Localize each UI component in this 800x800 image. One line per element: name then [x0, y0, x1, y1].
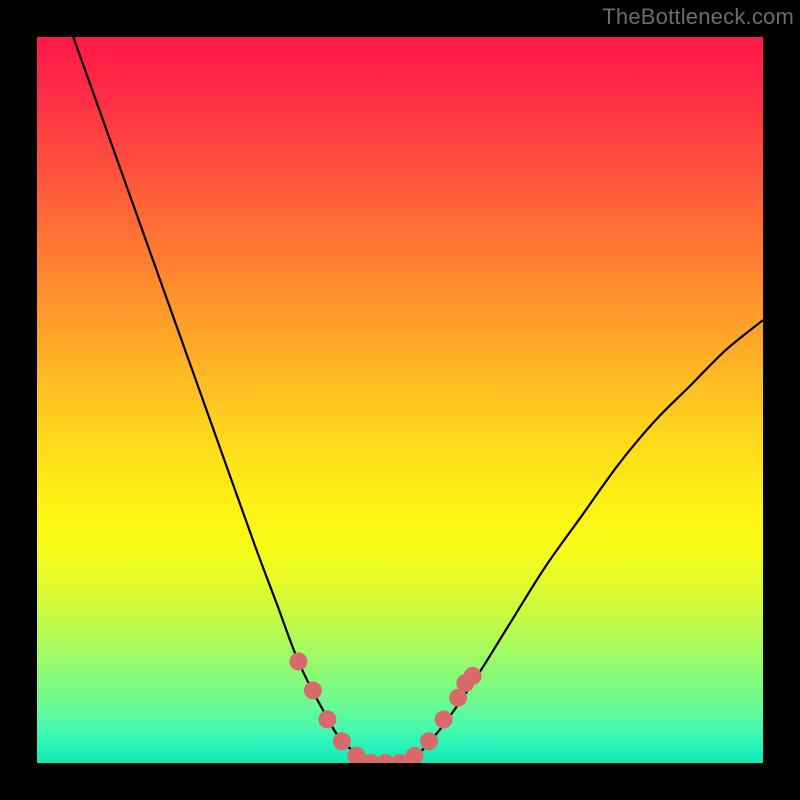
chart-svg [37, 37, 763, 763]
curve-marker [289, 652, 307, 670]
chart-container: TheBottleneck.com [0, 0, 800, 800]
curve-marker [420, 732, 438, 750]
curve-marker [464, 667, 482, 685]
curve-marker [304, 681, 322, 699]
curve-group [73, 37, 763, 763]
curve-marker [406, 747, 424, 763]
curve-marker [318, 710, 336, 728]
plot-area [37, 37, 763, 763]
bottleneck-curve [73, 37, 763, 763]
marker-group [289, 652, 481, 763]
curve-marker [333, 732, 351, 750]
curve-marker [435, 710, 453, 728]
watermark-text: TheBottleneck.com [602, 4, 794, 30]
